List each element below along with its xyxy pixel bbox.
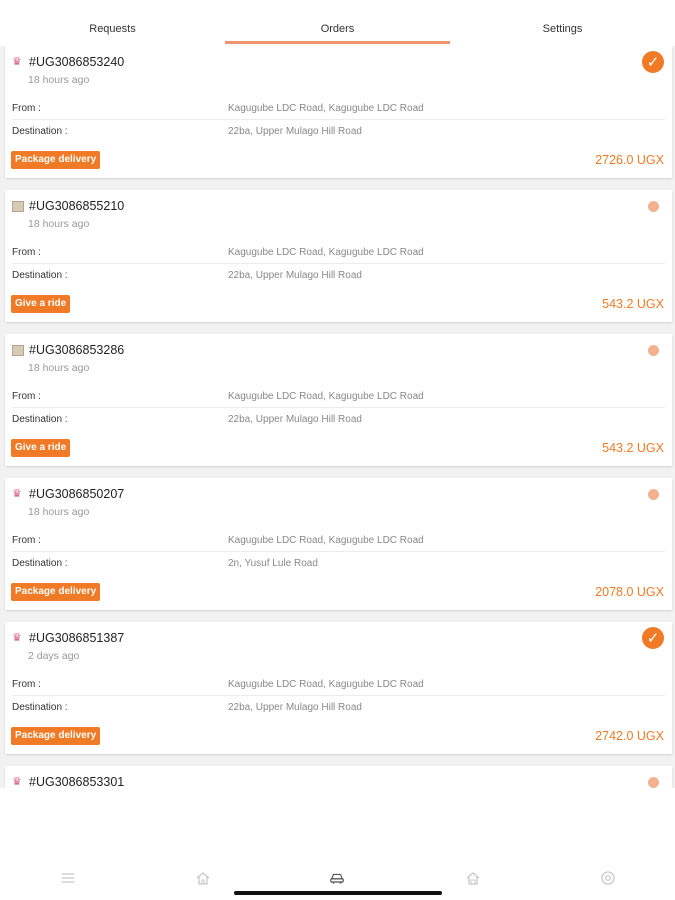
menu-icon[interactable]: [60, 870, 76, 886]
from-row: From : Kagugube LDC Road, Kagugube LDC R…: [12, 244, 665, 264]
order-header: ♛ #UG3086850207: [12, 487, 124, 501]
tab-settings[interactable]: Settings: [450, 0, 675, 46]
pending-status-dot: [648, 345, 659, 356]
destination-value: 22ba, Upper Mulago Hill Road: [228, 270, 362, 281]
from-label: From :: [12, 103, 41, 114]
package-icon: ♛: [12, 632, 22, 644]
package-icon: ♛: [12, 776, 22, 788]
order-header: #UG3086853286: [12, 343, 124, 357]
tab-requests[interactable]: Requests: [0, 0, 225, 46]
package-icon: ♛: [12, 56, 22, 68]
order-card[interactable]: ♛ #UG3086851387 2 days ago ✓ From : Kagu…: [5, 622, 672, 754]
order-header: ♛ #UG3086851387: [12, 631, 124, 645]
from-row: From : Kagugube LDC Road, Kagugube LDC R…: [12, 388, 665, 408]
order-price: 543.2 UGX: [602, 441, 664, 455]
ride-icon: [12, 344, 24, 356]
destination-row: Destination : 2n, Yusuf Lule Road: [12, 555, 665, 575]
destination-value: 22ba, Upper Mulago Hill Road: [228, 126, 362, 137]
from-value: Kagugube LDC Road, Kagugube LDC Road: [228, 391, 424, 402]
destination-row: Destination : 22ba, Upper Mulago Hill Ro…: [12, 267, 665, 287]
order-price: 2726.0 UGX: [595, 153, 664, 167]
order-id: #UG3086853240: [29, 55, 125, 69]
order-type-badge: Package delivery: [11, 727, 101, 745]
order-type-badge: Package delivery: [11, 151, 101, 169]
house-icon[interactable]: [465, 870, 481, 886]
order-time: 18 hours ago: [28, 362, 90, 374]
completed-check-icon: ✓: [642, 627, 664, 649]
destination-row: Destination : 22ba, Upper Mulago Hill Ro…: [12, 123, 665, 143]
order-price: 2078.0 UGX: [595, 585, 664, 599]
from-value: Kagugube LDC Road, Kagugube LDC Road: [228, 247, 424, 258]
order-time: 18 hours ago: [28, 506, 90, 518]
from-label: From :: [12, 679, 41, 690]
order-card[interactable]: ♛ #UG3086853301: [5, 766, 672, 788]
destination-label: Destination :: [12, 126, 68, 137]
destination-row: Destination : 22ba, Upper Mulago Hill Ro…: [12, 411, 665, 431]
order-price: 2742.0 UGX: [595, 729, 664, 743]
order-type-badge: Package delivery: [11, 583, 101, 601]
order-id: #UG3086853301: [29, 775, 125, 788]
tab-orders[interactable]: Orders: [225, 0, 450, 46]
order-id: #UG3086855210: [29, 199, 125, 213]
orders-list[interactable]: ♛ #UG3086853240 18 hours ago ✓ From : Ka…: [0, 46, 675, 788]
package-icon: ♛: [12, 488, 22, 500]
completed-check-icon: ✓: [642, 51, 664, 73]
order-card[interactable]: ♛ #UG3086853240 18 hours ago ✓ From : Ka…: [5, 46, 672, 178]
order-time: 2 days ago: [28, 650, 80, 662]
from-value: Kagugube LDC Road, Kagugube LDC Road: [228, 103, 424, 114]
order-card[interactable]: #UG3086853286 18 hours ago From : Kagugu…: [5, 334, 672, 466]
order-id: #UG3086851387: [29, 631, 125, 645]
pending-status-dot: [648, 777, 659, 788]
order-header: ♛ #UG3086853301: [12, 775, 124, 788]
order-card[interactable]: #UG3086855210 18 hours ago From : Kagugu…: [5, 190, 672, 322]
destination-label: Destination :: [12, 702, 68, 713]
ride-icon: [12, 200, 24, 212]
order-time: 18 hours ago: [28, 74, 90, 86]
destination-value: 22ba, Upper Mulago Hill Road: [228, 414, 362, 425]
from-row: From : Kagugube LDC Road, Kagugube LDC R…: [12, 532, 665, 552]
order-price: 543.2 UGX: [602, 297, 664, 311]
home-indicator[interactable]: [234, 891, 442, 895]
destination-label: Destination :: [12, 414, 68, 425]
home-icon[interactable]: [195, 870, 211, 886]
from-value: Kagugube LDC Road, Kagugube LDC Road: [228, 679, 424, 690]
from-label: From :: [12, 535, 41, 546]
car-icon[interactable]: [329, 870, 345, 886]
pending-status-dot: [648, 489, 659, 500]
from-row: From : Kagugube LDC Road, Kagugube LDC R…: [12, 676, 665, 696]
settings-icon[interactable]: [600, 870, 616, 886]
destination-row: Destination : 22ba, Upper Mulago Hill Ro…: [12, 699, 665, 719]
order-header: #UG3086855210: [12, 199, 124, 213]
from-label: From :: [12, 247, 41, 258]
order-header: ♛ #UG3086853240: [12, 55, 124, 69]
destination-label: Destination :: [12, 558, 68, 569]
from-row: From : Kagugube LDC Road, Kagugube LDC R…: [12, 100, 665, 120]
destination-value: 2n, Yusuf Lule Road: [228, 558, 318, 569]
order-type-badge: Give a ride: [11, 295, 71, 313]
pending-status-dot: [648, 201, 659, 212]
order-type-badge: Give a ride: [11, 439, 71, 457]
order-id: #UG3086850207: [29, 487, 125, 501]
order-card[interactable]: ♛ #UG3086850207 18 hours ago From : Kagu…: [5, 478, 672, 610]
order-time: 18 hours ago: [28, 218, 90, 230]
top-tab-bar: Requests Orders Settings: [0, 0, 675, 46]
order-id: #UG3086853286: [29, 343, 125, 357]
destination-value: 22ba, Upper Mulago Hill Road: [228, 702, 362, 713]
from-value: Kagugube LDC Road, Kagugube LDC Road: [228, 535, 424, 546]
from-label: From :: [12, 391, 41, 402]
destination-label: Destination :: [12, 270, 68, 281]
